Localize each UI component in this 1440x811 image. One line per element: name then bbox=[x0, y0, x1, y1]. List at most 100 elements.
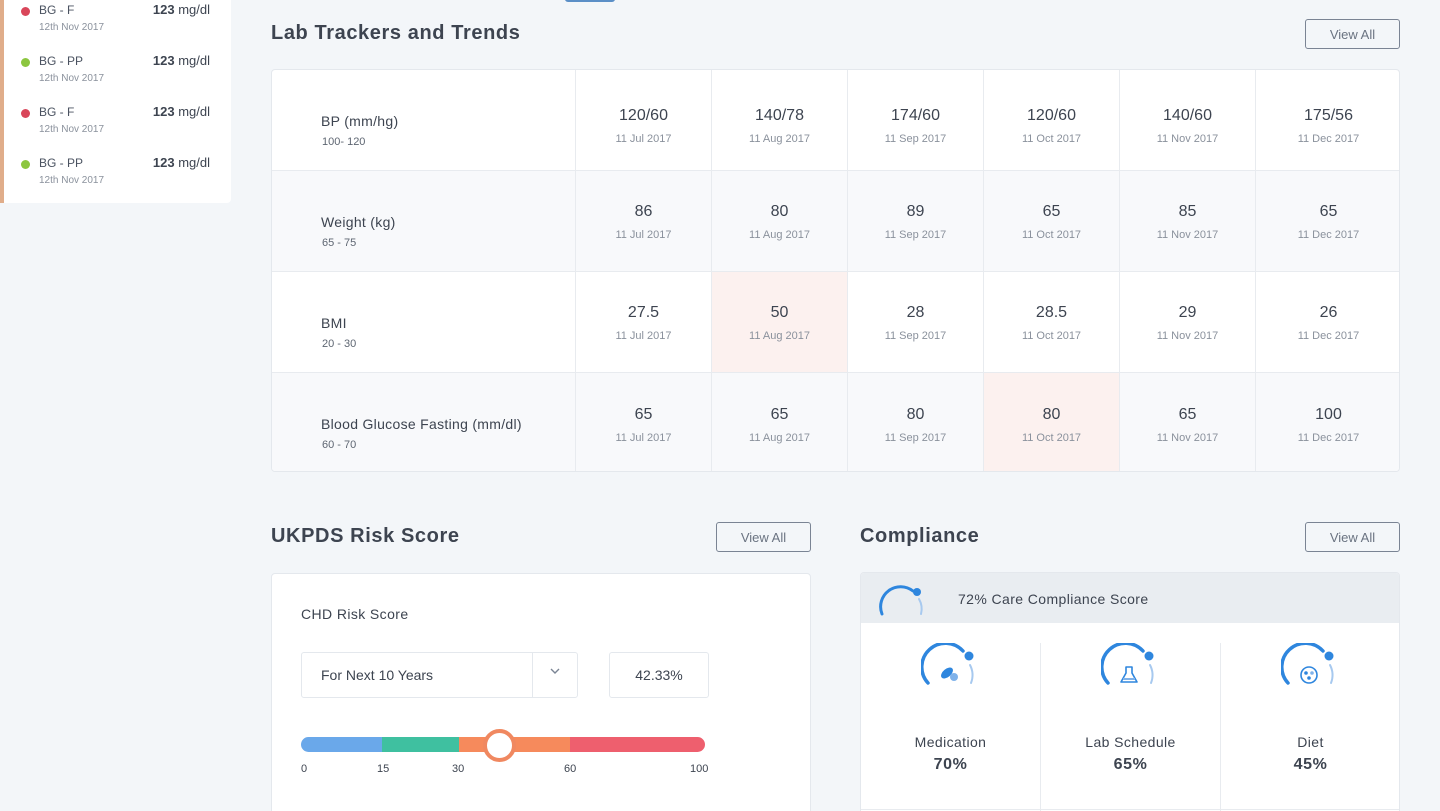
risk-score-value: 42.33% bbox=[609, 652, 709, 698]
row-header: Weight (kg) 65 - 75 bbox=[272, 171, 576, 271]
table-cell[interactable]: 80 11 Sep 2017 bbox=[848, 373, 984, 471]
cell-value: 27.5 bbox=[627, 304, 660, 321]
cell-date: 11 Jul 2017 bbox=[615, 330, 672, 342]
table-cell-flagged[interactable]: 80 11 Oct 2017 bbox=[984, 373, 1120, 471]
reading-value: 123 mg/dl bbox=[152, 53, 210, 68]
table-cell[interactable]: 65 11 Dec 2017 bbox=[1256, 171, 1399, 271]
cell-value: 50 bbox=[770, 304, 789, 321]
cell-value: 28 bbox=[906, 304, 925, 321]
pills-icon bbox=[921, 643, 974, 685]
lab-trackers-title: Lab Trackers and Trends bbox=[271, 22, 521, 44]
table-cell[interactable]: 28 11 Sep 2017 bbox=[848, 272, 984, 372]
table-cell[interactable]: 120/60 11 Oct 2017 bbox=[984, 70, 1120, 170]
list-item[interactable]: BG - F 12th Nov 2017 123 mg/dl bbox=[4, 2, 231, 42]
table-cell[interactable]: 65 11 Jul 2017 bbox=[576, 373, 712, 471]
compliance-item-percent: 70% bbox=[933, 756, 968, 773]
scale-segment-normal bbox=[382, 737, 459, 752]
metric-name: Weight (kg) bbox=[321, 214, 396, 230]
table-cell[interactable]: 140/78 11 Aug 2017 bbox=[712, 70, 848, 170]
metric-name: Blood Glucose Fasting (mm/dl) bbox=[321, 416, 522, 432]
table-cell[interactable]: 100 11 Dec 2017 bbox=[1256, 373, 1399, 471]
cell-date: 11 Nov 2017 bbox=[1156, 229, 1219, 241]
cell-value: 29 bbox=[1178, 304, 1197, 321]
table-cell[interactable]: 80 11 Aug 2017 bbox=[712, 171, 848, 271]
table-cell[interactable]: 65 11 Aug 2017 bbox=[712, 373, 848, 471]
reading-value: 123 mg/dl bbox=[152, 155, 210, 170]
reading-name: BG - F bbox=[39, 105, 75, 119]
compliance-gauge-icon bbox=[879, 585, 923, 616]
cell-value: 28.5 bbox=[1035, 304, 1068, 321]
risk-slider-handle[interactable] bbox=[483, 729, 516, 762]
cell-date: 11 Dec 2017 bbox=[1297, 133, 1360, 145]
lab-view-all-button[interactable]: View All bbox=[1305, 19, 1400, 49]
table-cell[interactable]: 85 11 Nov 2017 bbox=[1120, 171, 1256, 271]
cell-value: 26 bbox=[1319, 304, 1338, 321]
reading-name: BG - PP bbox=[39, 54, 84, 68]
row-header: BP (mm/hg) 100- 120 bbox=[272, 70, 576, 170]
table-cell[interactable]: 174/60 11 Sep 2017 bbox=[848, 70, 984, 170]
chd-risk-label: CHD Risk Score bbox=[301, 606, 409, 622]
list-item[interactable]: BG - PP 12th Nov 2017 123 mg/dl bbox=[4, 53, 231, 93]
lab-trackers-table: BP (mm/hg) 100- 120 120/60 11 Jul 2017 14… bbox=[271, 69, 1400, 472]
table-cell[interactable]: 28.5 11 Oct 2017 bbox=[984, 272, 1120, 372]
list-item[interactable]: BG - PP 12th Nov 2017 123 mg/dl bbox=[4, 155, 231, 195]
table-cell[interactable]: 86 11 Jul 2017 bbox=[576, 171, 712, 271]
scale-tick: 15 bbox=[377, 763, 390, 775]
period-select[interactable]: For Next 10 Years bbox=[301, 652, 578, 698]
cell-value: 120/60 bbox=[619, 107, 668, 124]
cell-date: 11 Jul 2017 bbox=[615, 432, 672, 444]
cell-date: 11 Aug 2017 bbox=[749, 133, 810, 145]
scale-segment-low bbox=[301, 737, 382, 752]
table-cell[interactable]: 175/56 11 Dec 2017 bbox=[1256, 70, 1399, 170]
cell-value: 175/56 bbox=[1304, 107, 1353, 124]
ukpds-view-all-button[interactable]: View All bbox=[716, 522, 811, 552]
table-cell[interactable]: 120/60 11 Jul 2017 bbox=[576, 70, 712, 170]
chevron-down-icon[interactable] bbox=[549, 665, 561, 677]
compliance-card: 72% Care Compliance Score Medication 70%… bbox=[860, 572, 1400, 811]
compliance-title: Compliance bbox=[860, 525, 980, 547]
scroll-indicator[interactable] bbox=[565, 0, 615, 2]
plate-icon bbox=[1281, 643, 1334, 685]
list-item[interactable]: BG - F 12th Nov 2017 123 mg/dl bbox=[4, 104, 231, 144]
reading-date: 12th Nov 2017 bbox=[39, 175, 105, 186]
compliance-item-percent: 65% bbox=[1113, 756, 1148, 773]
cell-value: 65 bbox=[634, 406, 653, 423]
ukpds-card: CHD Risk Score For Next 10 Years 42.33% … bbox=[271, 573, 811, 811]
cell-date: 11 Jul 2017 bbox=[615, 133, 672, 145]
compliance-item-name: Lab Schedule bbox=[1085, 734, 1176, 750]
select-divider bbox=[532, 653, 533, 697]
metric-name: BP (mm/hg) bbox=[321, 113, 399, 129]
metric-range: 65 - 75 bbox=[322, 237, 357, 249]
table-cell[interactable]: 65 11 Nov 2017 bbox=[1120, 373, 1256, 471]
cell-date: 11 Nov 2017 bbox=[1156, 432, 1219, 444]
compliance-item-lab-schedule[interactable]: Lab Schedule 65% bbox=[1041, 643, 1221, 811]
table-cell[interactable]: 29 11 Nov 2017 bbox=[1120, 272, 1256, 372]
scale-tick: 0 bbox=[301, 763, 308, 775]
table-cell[interactable]: 89 11 Sep 2017 bbox=[848, 171, 984, 271]
compliance-item-percent: 45% bbox=[1293, 756, 1328, 773]
cell-value: 80 bbox=[770, 203, 789, 220]
table-row: Blood Glucose Fasting (mm/dl) 60 - 70 65… bbox=[272, 373, 1399, 471]
compliance-item-name: Diet bbox=[1297, 734, 1324, 750]
table-row: BMI 20 - 30 27.5 11 Jul 2017 50 11 Aug 201… bbox=[272, 272, 1399, 373]
cell-value: 140/78 bbox=[755, 107, 804, 124]
cell-value: 65 bbox=[1319, 203, 1338, 220]
metric-range: 100- 120 bbox=[322, 136, 366, 148]
cell-value: 80 bbox=[906, 406, 925, 423]
table-cell[interactable]: 65 11 Oct 2017 bbox=[984, 171, 1120, 271]
compliance-item-diet[interactable]: Diet 45% bbox=[1221, 643, 1399, 811]
ukpds-title: UKPDS Risk Score bbox=[271, 525, 460, 547]
compliance-item-name: Medication bbox=[914, 734, 987, 750]
cell-value: 86 bbox=[634, 203, 653, 220]
compliance-item-medication[interactable]: Medication 70% bbox=[861, 643, 1041, 811]
cell-date: 11 Aug 2017 bbox=[749, 229, 810, 241]
table-cell[interactable]: 27.5 11 Jul 2017 bbox=[576, 272, 712, 372]
compliance-header: 72% Care Compliance Score bbox=[861, 573, 1399, 623]
compliance-view-all-button[interactable]: View All bbox=[1305, 522, 1400, 552]
table-cell-flagged[interactable]: 50 11 Aug 2017 bbox=[712, 272, 848, 372]
table-cell[interactable]: 26 11 Dec 2017 bbox=[1256, 272, 1399, 372]
cell-date: 11 Nov 2017 bbox=[1156, 330, 1219, 342]
metric-name: BMI bbox=[321, 315, 347, 331]
table-cell[interactable]: 140/60 11 Nov 2017 bbox=[1120, 70, 1256, 170]
cell-date: 11 Sep 2017 bbox=[884, 330, 947, 342]
